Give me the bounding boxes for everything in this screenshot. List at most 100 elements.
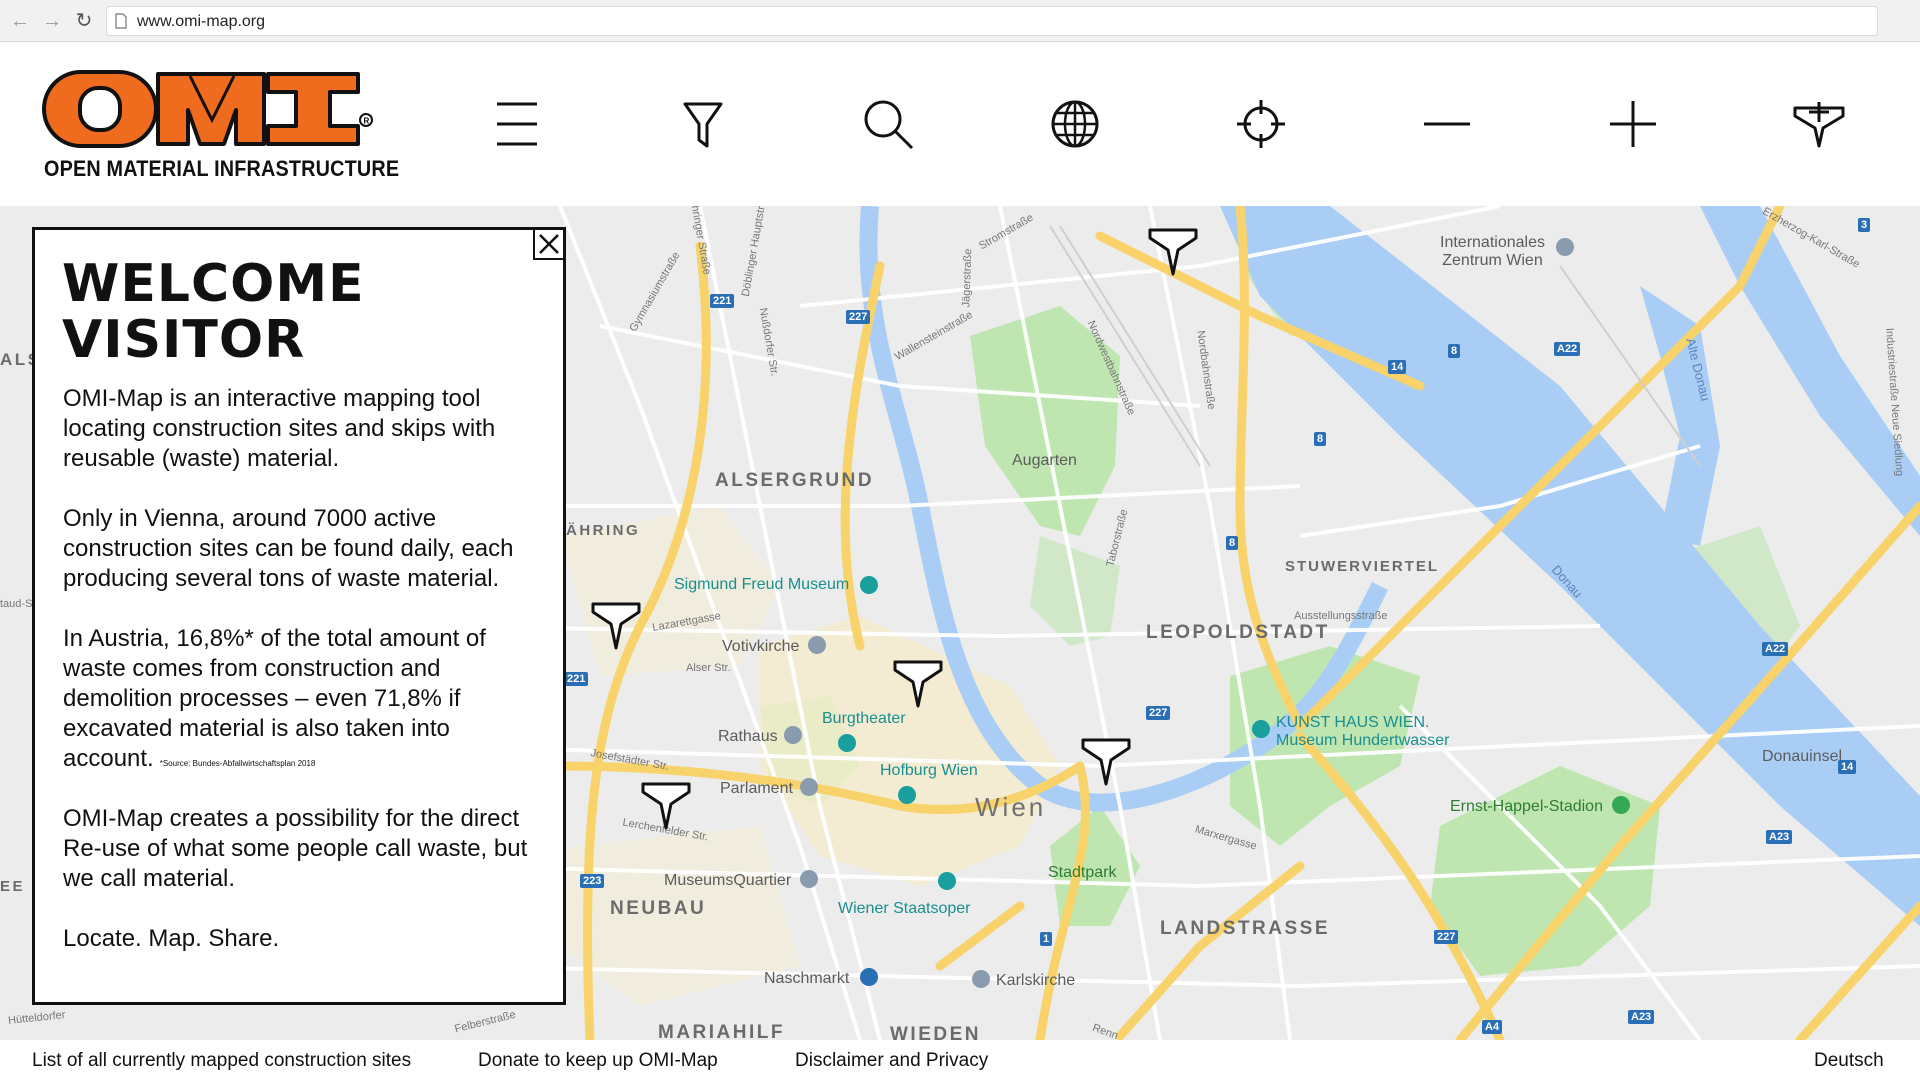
omi-logo[interactable]: R OPEN MATERIAL INFRASTRUCTURE xyxy=(40,68,399,186)
poi-label: Naschmarkt xyxy=(764,970,850,987)
road-shield: 221 xyxy=(564,672,589,686)
poi-label: Internationales Zentrum Wien xyxy=(1440,234,1545,270)
welcome-panel: WELCOME VISITOR OMI-Map is an interactiv… xyxy=(32,227,566,1005)
globe-icon xyxy=(1051,100,1099,148)
welcome-title-line: WELCOME xyxy=(62,254,365,314)
close-button[interactable] xyxy=(533,230,563,260)
logo-subtitle: OPEN MATERIAL INFRASTRUCTURE xyxy=(44,156,400,181)
zoom-out-icon xyxy=(1424,122,1470,126)
poi-label: Burgtheater xyxy=(822,710,906,727)
search-icon xyxy=(864,100,914,150)
landmark-pin-icon[interactable] xyxy=(800,870,818,888)
district-label: ÄHRING xyxy=(566,522,641,539)
url-text[interactable]: www.omi-map.org xyxy=(137,13,265,31)
district-label: ALSERGRUND xyxy=(715,470,875,491)
welcome-paragraph: OMI-Map creates a possibility for the di… xyxy=(63,805,528,892)
poi-label: Donauinsel xyxy=(1762,748,1843,765)
marker-icon xyxy=(893,660,943,708)
district-label: NEUBAU xyxy=(610,898,707,919)
landmark-pin-icon[interactable] xyxy=(1556,238,1574,256)
museum-pin-icon[interactable] xyxy=(898,786,916,804)
street-label: Jägerstraße xyxy=(960,248,975,308)
poi-label: Stadtpark xyxy=(1048,864,1117,881)
forward-icon[interactable]: → xyxy=(40,9,64,33)
road-shield: 14 xyxy=(1388,360,1407,374)
district-label: STUWERVIERTEL xyxy=(1285,558,1440,575)
locate-button[interactable] xyxy=(1231,94,1291,154)
street-label: Alser Str. xyxy=(686,662,731,674)
district-label: MARIAHILF xyxy=(658,1022,785,1040)
construction-site-marker[interactable] xyxy=(1080,736,1132,788)
road-shield: A4 xyxy=(1482,1020,1503,1034)
welcome-paragraph: OMI-Map is an interactive mapping tool l… xyxy=(63,385,496,472)
road-shield: 8 xyxy=(1226,536,1239,550)
landmark-pin-icon[interactable] xyxy=(800,778,818,796)
add-marker-button[interactable] xyxy=(1789,94,1849,154)
church-pin-icon[interactable] xyxy=(972,970,990,988)
poi-label: Karlskirche xyxy=(996,972,1076,989)
construction-site-marker[interactable] xyxy=(640,780,692,832)
site-footer: List of all currently mapped constructio… xyxy=(0,1040,1920,1080)
district-label: LEOPOLDSTADT xyxy=(1146,622,1330,643)
page-icon xyxy=(115,13,127,29)
construction-site-marker[interactable] xyxy=(892,658,944,710)
logo-mark: R xyxy=(42,70,373,148)
filter-button[interactable] xyxy=(673,94,733,154)
zoom-out-button[interactable] xyxy=(1417,94,1477,154)
add-marker-icon xyxy=(1793,102,1845,148)
market-pin-icon[interactable] xyxy=(860,968,878,986)
poi-label: Augarten xyxy=(1012,452,1077,469)
sites-list-link[interactable]: List of all currently mapped constructio… xyxy=(32,1050,411,1072)
construction-site-marker[interactable] xyxy=(1147,226,1199,278)
poi-label: Hofburg Wien xyxy=(880,762,978,779)
road-shield: A22 xyxy=(1762,642,1789,656)
menu-button[interactable] xyxy=(487,94,547,154)
zoom-in-button[interactable] xyxy=(1603,94,1663,154)
road-shield: 223 xyxy=(580,874,605,888)
search-button[interactable] xyxy=(858,94,918,154)
back-icon[interactable]: ← xyxy=(8,9,32,33)
landmark-pin-icon[interactable] xyxy=(784,726,802,744)
marker-icon xyxy=(1148,228,1198,276)
site-header: R OPEN MATERIAL INFRASTRUCTURE xyxy=(0,42,1920,206)
road-shield: 221 xyxy=(710,294,735,308)
stadium-pin-icon[interactable] xyxy=(1612,796,1630,814)
language-globe-button[interactable] xyxy=(1045,94,1105,154)
poi-label: Rathaus xyxy=(718,728,778,745)
poi-label: Votivkirche xyxy=(722,638,800,655)
language-link[interactable]: Deutsch xyxy=(1814,1050,1884,1072)
svg-text:R: R xyxy=(364,117,370,126)
welcome-title: WELCOME VISITOR xyxy=(62,256,365,368)
city-label: Wien xyxy=(975,792,1047,822)
poi-label-line: KUNST HAUS WIEN. xyxy=(1276,714,1430,731)
browser-chrome: ← → ↻ www.omi-map.org xyxy=(0,0,1920,42)
filter-icon xyxy=(683,102,723,148)
road-shield: A23 xyxy=(1628,1010,1655,1024)
welcome-body: OMI-Map is an interactive mapping tool l… xyxy=(63,384,553,984)
district-label: EE xyxy=(0,878,26,895)
road-shield: 1 xyxy=(1040,932,1053,946)
marker-icon xyxy=(641,782,691,830)
donate-link[interactable]: Donate to keep up OMI-Map xyxy=(478,1050,718,1072)
poi-label: Sigmund Freud Museum xyxy=(674,576,850,593)
church-pin-icon[interactable] xyxy=(808,636,826,654)
road-shield: 14 xyxy=(1838,760,1857,774)
reload-icon[interactable]: ↻ xyxy=(72,9,96,33)
poi-label-line: Internationales xyxy=(1440,234,1545,251)
welcome-tagline: Locate. Map. Share. xyxy=(63,925,280,952)
opera-pin-icon[interactable] xyxy=(938,872,956,890)
poi-label-line: Zentrum Wien xyxy=(1442,252,1543,269)
museum-pin-icon[interactable] xyxy=(860,576,878,594)
street-label: Ausstellungsstraße xyxy=(1294,610,1388,622)
museum-pin-icon[interactable] xyxy=(1252,720,1270,738)
welcome-paragraph: In Austria, 16,8%* of the total amount o… xyxy=(63,624,553,774)
disclaimer-link[interactable]: Disclaimer and Privacy xyxy=(795,1050,988,1072)
theater-pin-icon[interactable] xyxy=(838,734,856,752)
address-bar[interactable]: www.omi-map.org xyxy=(106,6,1878,36)
road-shield: 227 xyxy=(1434,930,1459,944)
menu-icon xyxy=(497,102,537,146)
construction-site-marker[interactable] xyxy=(590,600,642,652)
welcome-paragraph-text: In Austria, 16,8%* of the total amount o… xyxy=(63,625,486,772)
road-shield: A23 xyxy=(1766,830,1793,844)
poi-label: KUNST HAUS WIEN. Museum Hundertwasser xyxy=(1276,714,1449,750)
